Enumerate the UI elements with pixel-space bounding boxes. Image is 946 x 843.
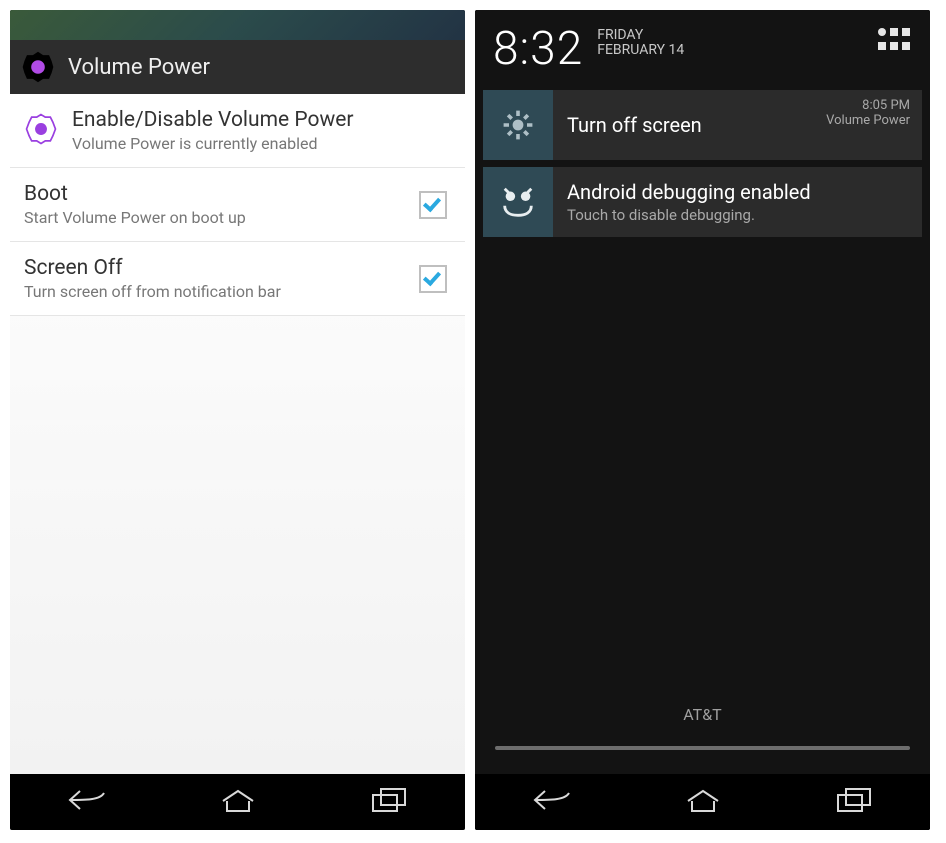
enable-disable-row[interactable]: Enable/Disable Volume Power Volume Power… — [10, 94, 465, 168]
recents-button[interactable] — [834, 787, 874, 817]
quick-settings-button[interactable] — [876, 26, 912, 60]
back-button[interactable] — [531, 787, 573, 817]
shade-header: 8:32 FRIDAY FEBRUARY 14 — [483, 10, 922, 90]
notification-shade[interactable]: 8:32 FRIDAY FEBRUARY 14 Turn off screen — [475, 10, 930, 774]
home-button[interactable] — [219, 787, 257, 817]
shade-date[interactable]: FRIDAY FEBRUARY 14 — [597, 28, 684, 58]
home-button[interactable] — [684, 787, 722, 817]
gear-icon — [483, 90, 553, 160]
boot-row[interactable]: Boot Start Volume Power on boot up — [10, 168, 465, 242]
row-title: Screen Off — [24, 256, 405, 280]
boot-checkbox[interactable] — [419, 191, 447, 219]
phone-left: 8:29 Volume Power E — [10, 10, 465, 830]
gear-icon — [24, 112, 58, 150]
phone-right: 8:32 FRIDAY FEBRUARY 14 Turn off screen — [475, 10, 930, 830]
app-header: Volume Power — [10, 40, 465, 94]
shade-clock[interactable]: 8:32 — [493, 22, 583, 76]
notification-subtitle: Touch to disable debugging. — [567, 206, 908, 224]
carrier-label: AT&T — [475, 705, 930, 724]
screen-off-row[interactable]: Screen Off Turn screen off from notifica… — [10, 242, 465, 316]
back-button[interactable] — [66, 787, 108, 817]
shade-date-line: FEBRUARY 14 — [597, 43, 684, 58]
notification-turn-off-screen[interactable]: Turn off screen 8:05 PM Volume Power — [483, 90, 922, 160]
nav-bar — [10, 774, 465, 830]
cyanogenmod-icon — [483, 167, 553, 237]
notification-time: 8:05 PM — [826, 98, 910, 113]
notification-title: Android debugging enabled — [567, 180, 908, 204]
app-title: Volume Power — [68, 55, 210, 80]
notification-adb[interactable]: Android debugging enabled Touch to disab… — [483, 167, 922, 237]
row-title: Enable/Disable Volume Power — [72, 108, 447, 132]
row-subtitle: Volume Power is currently enabled — [72, 134, 447, 153]
recents-button[interactable] — [369, 787, 409, 817]
row-subtitle: Turn screen off from notification bar — [24, 282, 405, 301]
settings-list: Enable/Disable Volume Power Volume Power… — [10, 94, 465, 830]
nav-bar — [475, 774, 930, 830]
shade-day: FRIDAY — [597, 28, 684, 43]
shade-handle[interactable] — [495, 746, 910, 750]
notification-app: Volume Power — [826, 113, 910, 128]
row-subtitle: Start Volume Power on boot up — [24, 208, 405, 227]
app-icon — [20, 49, 56, 85]
row-title: Boot — [24, 182, 405, 206]
screenoff-checkbox[interactable] — [419, 265, 447, 293]
